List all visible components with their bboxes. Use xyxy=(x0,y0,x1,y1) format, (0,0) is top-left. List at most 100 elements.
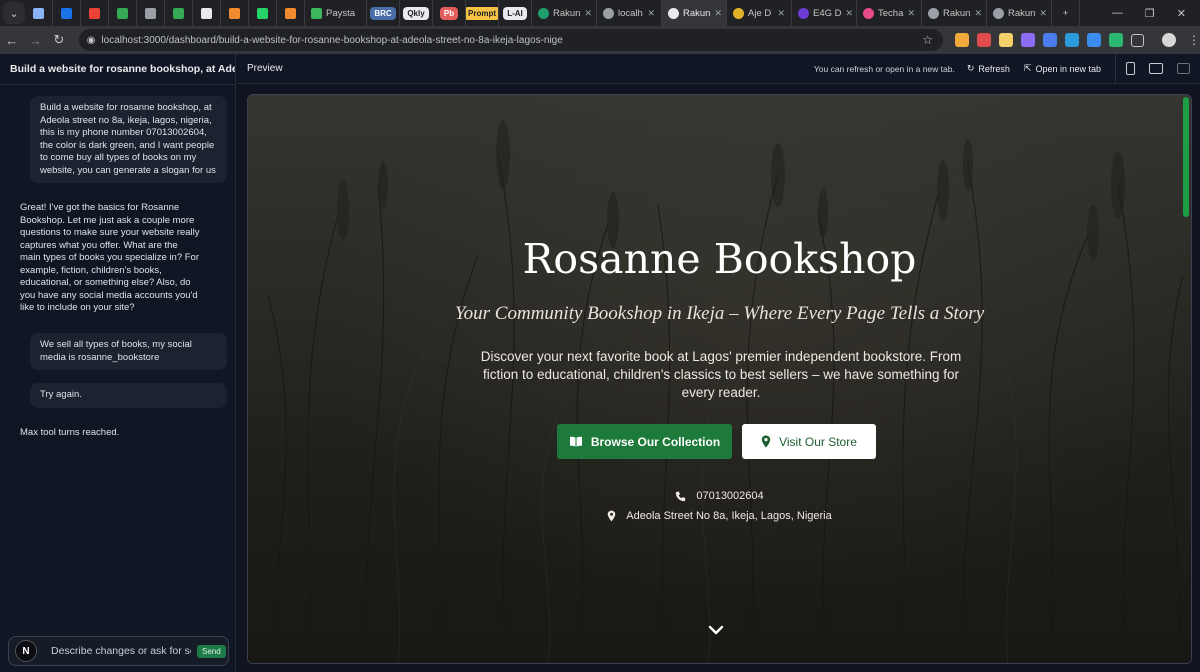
desktop-view-icon[interactable] xyxy=(1177,63,1190,74)
tab-close-icon[interactable]: ✕ xyxy=(846,8,854,19)
browser-tab[interactable]: Rakun ✕ xyxy=(922,0,987,26)
site-info-icon[interactable]: ◉ xyxy=(87,35,96,46)
gear-extension-icon[interactable] xyxy=(1086,33,1101,47)
chat-extension-icon[interactable] xyxy=(1064,33,1079,47)
preview-header: Preview You can refresh or open in a new… xyxy=(237,53,1200,84)
browser-tab[interactable]: Pb xyxy=(433,0,466,26)
tab-close-icon[interactable]: ✕ xyxy=(974,8,982,19)
window-controls: — ❐ ✕ xyxy=(1112,7,1200,20)
browser-tab[interactable]: Rakun ✕ xyxy=(987,0,1052,26)
address-bar[interactable]: ◉ localhost:3000/dashboard/build-a-websi… xyxy=(78,29,943,51)
tab-favicon-icon xyxy=(668,7,679,19)
close-window-icon[interactable]: ✕ xyxy=(1177,7,1186,20)
tab-favicon-icon xyxy=(863,7,874,19)
refresh-label: Refresh xyxy=(978,63,1010,74)
browser-tab[interactable]: Techa ✕ xyxy=(857,0,922,26)
browser-tab[interactable]: Rakun ✕ xyxy=(532,0,597,26)
feather-extension-icon[interactable] xyxy=(1020,33,1035,47)
browser-tab[interactable]: Prompt xyxy=(466,0,499,26)
browser-tab[interactable]: E4G D ✕ xyxy=(792,0,857,26)
phone-number: 07013002604 xyxy=(696,490,764,502)
browser-tab[interactable] xyxy=(81,0,109,26)
reload-icon[interactable]: ↻ xyxy=(47,32,71,48)
tab-chip-label: BRC xyxy=(370,6,396,20)
browser-tab-strip: ⌄ Paysta BRC Qkly Pb Prompt L-AI Rakun ✕ local… xyxy=(0,0,1200,26)
browser-tab[interactable]: Qkly xyxy=(400,0,433,26)
browser-tab[interactable]: Aje D ✕ xyxy=(727,0,792,26)
tab-close-icon[interactable]: ✕ xyxy=(907,8,915,19)
tab-close-icon[interactable]: ✕ xyxy=(714,8,722,19)
browser-tab[interactable]: L-AI xyxy=(499,0,532,26)
new-tab-button[interactable]: + xyxy=(1052,0,1080,26)
tab-label: Aje D xyxy=(748,7,772,19)
extensions-bar: ⋮ xyxy=(954,33,1200,47)
tab-search-menu[interactable]: ⌄ xyxy=(3,2,25,24)
browser-tab[interactable] xyxy=(221,0,249,26)
tab-favicon-icon xyxy=(173,7,184,19)
browser-tab[interactable]: BRC xyxy=(367,0,400,26)
open-new-tab-button[interactable]: ⇱ Open in new tab xyxy=(1024,63,1101,74)
visit-store-label: Visit Our Store xyxy=(779,434,857,449)
back-icon[interactable]: ← xyxy=(0,33,24,48)
tab-close-icon[interactable]: ✕ xyxy=(1039,8,1047,19)
chat-sidebar: Build a website for rosanne bookshop, at… xyxy=(0,54,236,672)
shield-extension-icon[interactable] xyxy=(976,33,991,47)
browser-tab[interactable]: Rakun ✕ xyxy=(662,0,727,26)
browser-tab[interactable]: localh ✕ xyxy=(597,0,662,26)
user-message: We sell all types of books, my social me… xyxy=(30,333,227,370)
cube-extension-icon[interactable] xyxy=(1108,33,1123,47)
note-extension-icon[interactable] xyxy=(998,33,1013,47)
preview-hint: You can refresh or open in a new tab. xyxy=(813,63,955,74)
preview-frame: Rosanne Bookshop Your Community Bookshop… xyxy=(247,94,1192,664)
location-icon xyxy=(607,510,616,522)
tablet-view-icon[interactable] xyxy=(1149,63,1163,74)
chat-composer: N Describe changes or ask for something.… xyxy=(8,636,229,666)
browser-tab[interactable] xyxy=(165,0,193,26)
tab-close-icon[interactable]: ✕ xyxy=(584,8,592,19)
tab-favicon-icon xyxy=(798,7,809,19)
refresh-icon: ↻ xyxy=(966,63,975,73)
tab-favicon-icon xyxy=(89,7,100,19)
grid-extension-icon[interactable] xyxy=(1042,33,1057,47)
browse-collection-button[interactable]: Browse Our Collection xyxy=(557,424,732,459)
pencil-extension-icon[interactable] xyxy=(954,33,969,47)
browse-collection-label: Browse Our Collection xyxy=(590,434,721,449)
tab-favicon-icon xyxy=(145,7,156,19)
tab-favicon-icon xyxy=(993,7,1004,19)
user-message: Try again. xyxy=(30,383,227,408)
minimize-icon[interactable]: — xyxy=(1112,7,1123,20)
tab-close-icon[interactable]: ✕ xyxy=(777,8,785,19)
browser-tab[interactable] xyxy=(249,0,277,26)
browser-tab[interactable] xyxy=(193,0,221,26)
tab-favicon-icon xyxy=(285,7,296,19)
tab-favicon-icon xyxy=(311,7,322,19)
browser-menu-icon[interactable]: ⋮ xyxy=(1188,33,1200,47)
visit-store-button[interactable]: Visit Our Store xyxy=(742,424,876,459)
profile-avatar[interactable] xyxy=(1161,33,1176,47)
browser-tab[interactable] xyxy=(109,0,137,26)
browser-tab[interactable] xyxy=(53,0,81,26)
send-button[interactable]: Send xyxy=(197,644,226,658)
browser-tab[interactable] xyxy=(137,0,165,26)
map-pin-icon xyxy=(761,435,771,448)
browser-toolbar: ← → ↻ ◉ localhost:3000/dashboard/build-a… xyxy=(0,26,1200,54)
maximize-icon[interactable]: ❐ xyxy=(1145,7,1155,20)
chat-input[interactable]: Describe changes or ask for something... xyxy=(51,645,191,657)
browser-tab[interactable] xyxy=(277,0,305,26)
forward-icon[interactable]: → xyxy=(24,33,48,48)
scroll-down-chevron-icon[interactable] xyxy=(708,625,724,635)
tab-label: Rakun xyxy=(553,7,581,19)
browser-tab[interactable] xyxy=(25,0,53,26)
site-description: Discover your next favorite book at Lago… xyxy=(480,349,962,400)
bookmark-star-icon[interactable]: ☆ xyxy=(922,33,933,47)
preview-label: Preview xyxy=(247,63,283,74)
refresh-button[interactable]: ↻ Refresh xyxy=(967,63,1010,74)
mobile-view-icon[interactable] xyxy=(1126,62,1135,75)
puzzle-icon[interactable] xyxy=(1130,33,1144,47)
preview-scrollbar[interactable] xyxy=(1183,97,1189,217)
tab-label: Rakun xyxy=(1008,7,1036,19)
tab-close-icon[interactable]: ✕ xyxy=(647,8,655,19)
browser-tab[interactable]: Paysta xyxy=(305,0,367,26)
tab-label: Rakun xyxy=(943,7,971,19)
tab-label: Rakun xyxy=(683,7,711,19)
